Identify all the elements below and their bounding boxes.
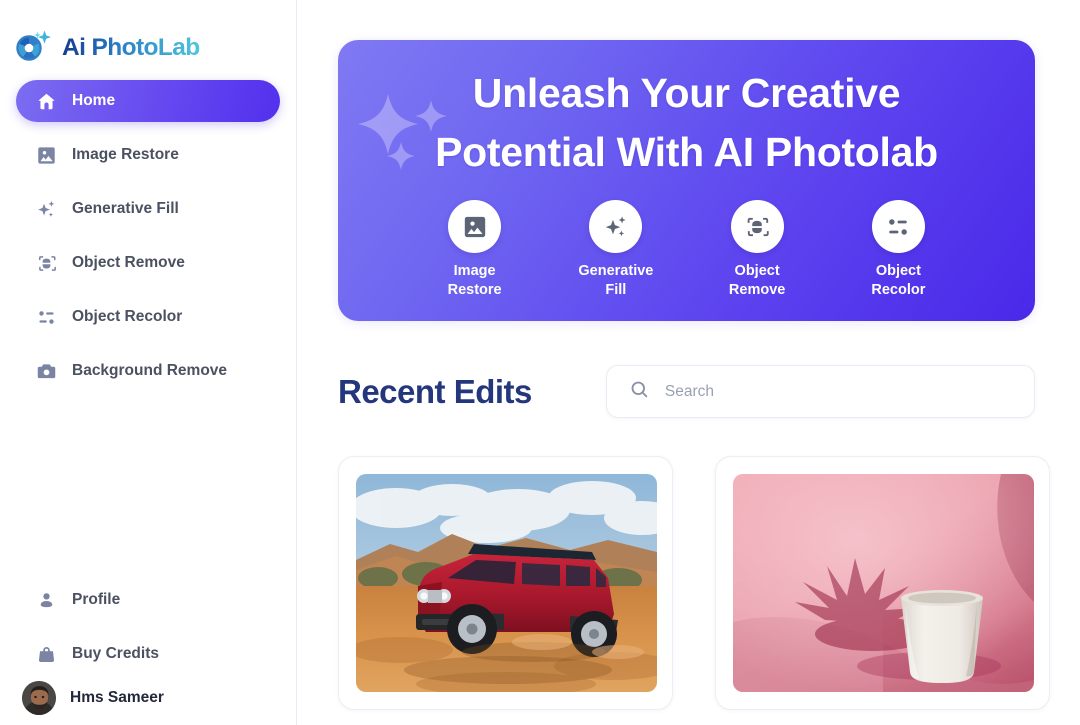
sidebar-secondary-nav: Profile Buy Credits Hms Sameer	[0, 579, 296, 725]
shopping-bag-icon	[34, 642, 58, 666]
sidebar-item-object-recolor[interactable]: Object Recolor	[16, 296, 280, 338]
sidebar-item-label: Generative Fill	[72, 200, 179, 217]
sidebar-item-label: Profile	[72, 591, 121, 608]
sparkles-icon	[589, 200, 643, 254]
sidebar: Ai PhotoLab Home Image Restore Generativ…	[0, 0, 297, 725]
camera-icon	[34, 359, 58, 383]
sidebar-item-label: Background Remove	[72, 362, 228, 379]
label-line-2: Restore	[447, 281, 502, 298]
hero-action-object-remove[interactable]: Object Remove	[697, 200, 817, 299]
nav-gap	[0, 621, 296, 633]
white-pot-with-plant-shadow-on-pink-photo	[733, 474, 1034, 693]
sliders-icon	[34, 305, 58, 329]
scan-object-icon	[34, 251, 58, 275]
hero-action-object-recolor[interactable]: Object Recolor	[838, 200, 958, 299]
sidebar-item-label: Object Recolor	[72, 308, 183, 325]
nav-gap	[0, 338, 296, 350]
sidebar-item-profile[interactable]: Profile	[16, 579, 280, 621]
sidebar-item-image-restore[interactable]: Image Restore	[16, 134, 280, 176]
label-line-2: Fill	[605, 281, 627, 298]
hero-action-label: Object Remove	[729, 262, 785, 299]
search-icon	[629, 379, 650, 405]
sidebar-item-object-remove[interactable]: Object Remove	[16, 242, 280, 284]
hero-headline: Unleash Your Creative Potential With AI …	[435, 70, 938, 176]
label-line-1: Object	[875, 263, 921, 280]
user-avatar-photo	[22, 681, 56, 715]
sidebar-item-buy-credits[interactable]: Buy Credits	[16, 633, 280, 675]
recent-edit-card[interactable]	[338, 456, 673, 711]
sidebar-item-label: Buy Credits	[72, 645, 159, 662]
nav-gap	[0, 122, 296, 134]
sparkles-icon	[34, 197, 58, 221]
avatar	[22, 681, 56, 715]
sidebar-item-background-remove[interactable]: Background Remove	[16, 350, 280, 392]
hero-action-row: Image Restore Generative Fill Object Rem…	[368, 200, 1005, 299]
sidebar-primary-nav: Home Image Restore Generative Fill Objec…	[0, 80, 296, 392]
hero-action-label: Image Restore	[448, 262, 502, 299]
nav-gap	[0, 230, 296, 242]
image-icon	[34, 143, 58, 167]
hero-action-image-restore[interactable]: Image Restore	[415, 200, 535, 299]
nav-gap	[0, 284, 296, 296]
svg-text:Ai PhotoLab: Ai PhotoLab	[62, 34, 200, 61]
brand-logo[interactable]: Ai PhotoLab	[0, 0, 296, 70]
page-title: Recent Edits	[338, 372, 532, 410]
sidebar-item-label: Home	[72, 92, 116, 109]
red-suv-in-desert-photo	[356, 474, 657, 693]
camera-aperture-sparkle-icon	[16, 29, 56, 69]
sidebar-item-home[interactable]: Home	[16, 80, 280, 122]
label-line-1: Object	[734, 263, 780, 280]
recent-edits-grid	[338, 456, 1050, 711]
user-profile-row[interactable]: Hms Sameer	[16, 675, 280, 721]
label-line-1: Image	[453, 263, 496, 280]
main-content: Unleash Your Creative Potential With AI …	[297, 0, 1080, 725]
sidebar-item-generative-fill[interactable]: Generative Fill	[16, 188, 280, 230]
home-icon	[34, 89, 58, 113]
label-line-1: Generative	[578, 263, 654, 280]
app-root: Ai PhotoLab Home Image Restore Generativ…	[0, 0, 1080, 725]
recent-edits-header: Recent Edits	[338, 365, 1035, 419]
brand-name: Ai PhotoLab	[62, 32, 210, 67]
sidebar-item-label: Object Remove	[72, 254, 185, 271]
sliders-icon	[871, 200, 925, 254]
user-icon	[34, 588, 58, 612]
scan-object-icon	[730, 200, 784, 254]
search-input[interactable]	[664, 382, 1012, 401]
hero-banner: Unleash Your Creative Potential With AI …	[338, 40, 1035, 322]
image-icon	[448, 200, 502, 254]
search-bar[interactable]	[605, 365, 1035, 419]
recent-edit-card[interactable]	[715, 456, 1050, 711]
user-name: Hms Sameer	[70, 689, 164, 706]
hero-action-generative-fill[interactable]: Generative Fill	[556, 200, 676, 299]
label-line-2: Remove	[728, 281, 786, 298]
hero-action-label: Generative Fill	[578, 262, 653, 299]
sidebar-item-label: Image Restore	[72, 146, 179, 163]
nav-gap	[0, 176, 296, 188]
hero-action-label: Object Recolor	[871, 262, 925, 299]
label-line-2: Recolor	[871, 281, 926, 298]
